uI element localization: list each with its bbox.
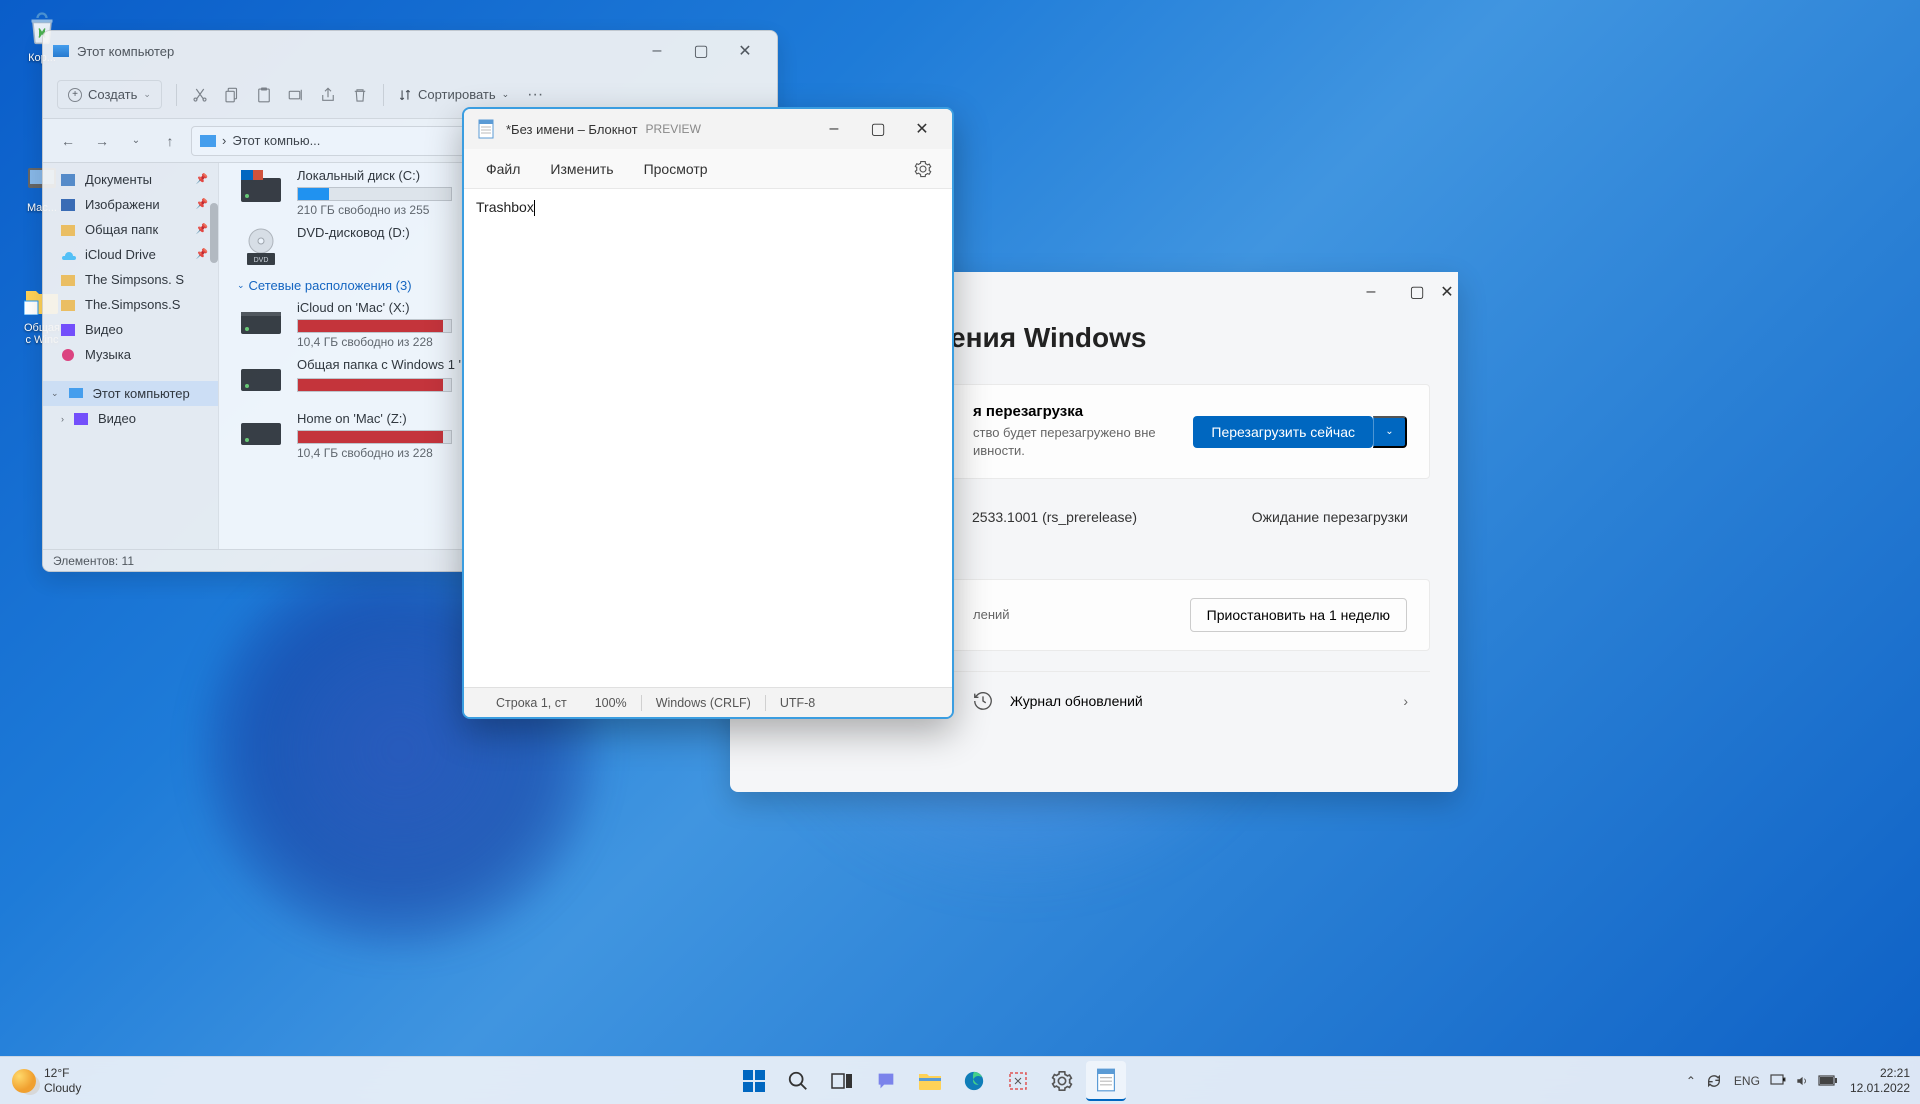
minimize-button[interactable]: – <box>812 113 856 145</box>
explorer-sidebar: Документы📌 Изображени📌 Общая папк📌 iClou… <box>43 163 219 551</box>
history-icon <box>972 690 994 712</box>
sidebar-item[interactable]: Музыка <box>43 342 218 367</box>
cut-icon[interactable] <box>191 86 209 104</box>
close-button[interactable]: ✕ <box>1440 276 1454 308</box>
update-history-row[interactable]: Журнал обновлений › <box>950 671 1430 730</box>
minimize-button[interactable]: – <box>1348 276 1394 308</box>
sidebar-item[interactable]: Изображени📌 <box>43 192 218 217</box>
restart-now-button[interactable]: Перезагрузить сейчас <box>1193 416 1373 448</box>
cursor-position: Строка 1, ст <box>482 696 581 710</box>
chat-button[interactable] <box>866 1061 906 1101</box>
delete-icon[interactable] <box>351 86 369 104</box>
taskbar: 12°FCloudy ⌃ ENG 22:21 12.01.2022 <box>0 1056 1920 1104</box>
notepad-editor[interactable]: Trashbox <box>464 189 952 687</box>
pin-icon: 📌 <box>196 199 208 210</box>
notepad-menubar: Файл Изменить Просмотр <box>464 149 952 189</box>
network-icon[interactable] <box>1770 1074 1788 1088</box>
notepad-window: *Без имени – Блокнот PREVIEW – ▢ ✕ Файл … <box>462 107 954 719</box>
settings-heading: ения Windows <box>950 322 1430 354</box>
clock[interactable]: 22:21 12.01.2022 <box>1842 1066 1910 1095</box>
sidebar-item[interactable]: iCloud Drive📌 <box>43 242 218 267</box>
sidebar-scrollbar[interactable] <box>210 203 218 263</box>
line-ending: Windows (CRLF) <box>642 696 765 710</box>
maximize-button[interactable]: ▢ <box>679 36 723 66</box>
restart-dropdown-button[interactable]: ⌄ <box>1373 416 1407 448</box>
notepad-title: *Без имени – Блокнот <box>506 122 638 137</box>
more-button[interactable]: ··· <box>527 86 543 104</box>
maximize-button[interactable]: ▢ <box>1394 276 1440 308</box>
new-button[interactable]: + Создать ⌄ <box>57 80 162 109</box>
sidebar-item[interactable]: Документы📌 <box>43 167 218 192</box>
explorer-taskbar-icon[interactable] <box>910 1061 950 1101</box>
zoom-level: 100% <box>581 696 641 710</box>
view-menu[interactable]: Просмотр <box>632 155 720 183</box>
explorer-titlebar[interactable]: Этот компьютер – ▢ ✕ <box>43 31 777 71</box>
pin-icon: 📌 <box>196 249 208 260</box>
update-version-row: 2533.1001 (rs_prerelease) Ожидание перез… <box>950 495 1430 539</box>
forward-button[interactable]: → <box>89 133 115 149</box>
notepad-statusbar: Строка 1, ст 100% Windows (CRLF) UTF-8 <box>464 687 952 717</box>
settings-button[interactable] <box>904 154 942 184</box>
pin-icon: 📌 <box>196 224 208 235</box>
sidebar-item[interactable]: Общая папк📌 <box>43 217 218 242</box>
edge-button[interactable] <box>954 1061 994 1101</box>
share-icon[interactable] <box>319 86 337 104</box>
sort-button[interactable]: Сортировать ⌄ <box>398 87 509 102</box>
sync-icon[interactable] <box>1706 1073 1724 1089</box>
weather-widget[interactable]: 12°FCloudy <box>12 1066 81 1095</box>
search-button[interactable] <box>778 1061 818 1101</box>
battery-icon[interactable] <box>1818 1075 1836 1087</box>
settings-taskbar-icon[interactable] <box>1042 1061 1082 1101</box>
rename-icon[interactable] <box>287 86 305 104</box>
close-button[interactable]: ✕ <box>723 36 767 66</box>
system-tray: ⌃ ENG 22:21 12.01.2022 <box>1580 1066 1920 1095</box>
pause-week-button[interactable]: Приостановить на 1 неделю <box>1190 598 1407 632</box>
sidebar-item[interactable]: The Simpsons. S <box>43 267 218 292</box>
explorer-title: Этот компьютер <box>77 44 635 59</box>
sidebar-item[interactable]: The.Simpsons.S <box>43 292 218 317</box>
maximize-button[interactable]: ▢ <box>856 113 900 145</box>
copy-icon[interactable] <box>223 86 241 104</box>
tray-chevron-icon[interactable]: ⌃ <box>1682 1074 1700 1088</box>
task-view-button[interactable] <box>822 1061 862 1101</box>
sidebar-item[interactable]: Видео <box>43 317 218 342</box>
svg-text:DVD: DVD <box>254 257 269 264</box>
pc-icon <box>53 45 69 57</box>
desktop: Кор... Mac... Общая с Winc Этот компьюте… <box>0 0 1920 1104</box>
file-menu[interactable]: Файл <box>474 155 532 183</box>
encoding: UTF-8 <box>766 696 829 710</box>
notepad-taskbar-icon[interactable] <box>1086 1061 1126 1101</box>
restart-title: я перезагрузка <box>973 403 1175 420</box>
minimize-button[interactable]: – <box>635 36 679 66</box>
pause-card: лений Приостановить на 1 неделю <box>950 579 1430 651</box>
history-dropdown[interactable]: ⌄ <box>123 135 149 146</box>
snipping-tool-button[interactable] <box>998 1061 1038 1101</box>
up-button[interactable]: ↑ <box>157 133 183 149</box>
edit-menu[interactable]: Изменить <box>538 155 625 183</box>
back-button[interactable]: ← <box>55 133 81 149</box>
preview-badge: PREVIEW <box>646 122 701 136</box>
start-button[interactable] <box>734 1061 774 1101</box>
pin-icon: 📌 <box>196 174 208 185</box>
close-button[interactable]: ✕ <box>900 113 944 145</box>
sidebar-item[interactable]: ›Видео <box>43 406 218 431</box>
language-indicator[interactable]: ENG <box>1730 1074 1764 1088</box>
notepad-titlebar[interactable]: *Без имени – Блокнот PREVIEW – ▢ ✕ <box>464 109 952 149</box>
restart-card: я перезагрузка ство будет перезагружено … <box>950 384 1430 479</box>
notepad-icon <box>478 119 494 139</box>
paste-icon[interactable] <box>255 86 273 104</box>
weather-icon <box>12 1069 36 1093</box>
volume-icon[interactable] <box>1794 1074 1812 1088</box>
gear-icon <box>914 160 932 178</box>
sidebar-item-this-pc[interactable]: ⌄Этот компьютер <box>43 381 218 406</box>
chevron-right-icon: › <box>1403 693 1408 709</box>
taskbar-center <box>280 1061 1580 1101</box>
